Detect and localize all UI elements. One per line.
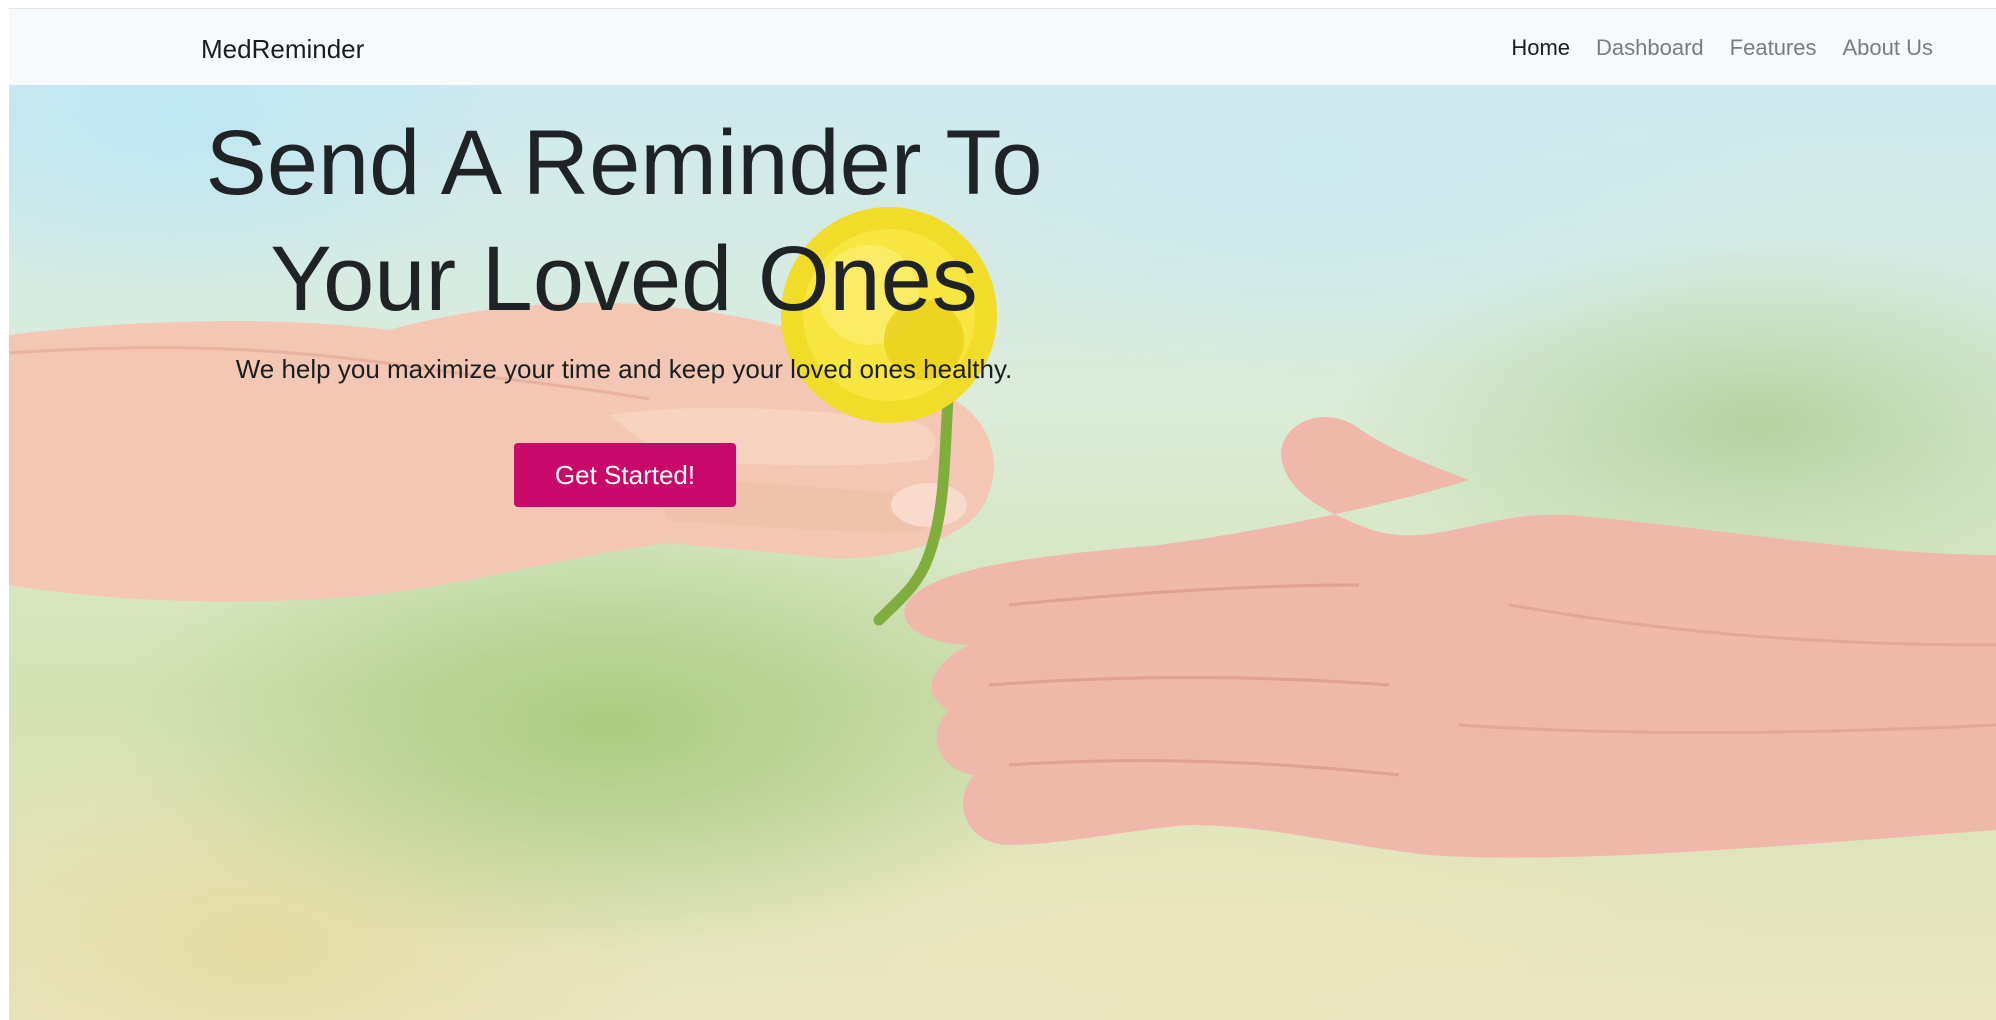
nav-link-home[interactable]: Home xyxy=(1511,35,1570,61)
nav-links: Home Dashboard Features About Us xyxy=(1511,35,1933,61)
get-started-button[interactable]: Get Started! xyxy=(514,443,736,507)
hero-headline-line-2: Your Loved Ones xyxy=(270,228,978,330)
browser-viewport: MedReminder Home Dashboard Features Abou… xyxy=(9,8,1996,1020)
nav-link-features[interactable]: Features xyxy=(1730,35,1817,61)
nav-link-dashboard[interactable]: Dashboard xyxy=(1596,35,1704,61)
brand-logo[interactable]: MedReminder xyxy=(201,34,364,65)
hero-headline-line-1: Send A Reminder To xyxy=(205,112,1043,214)
hero-subtitle: We help you maximize your time and keep … xyxy=(235,354,1013,384)
top-navbar: MedReminder Home Dashboard Features Abou… xyxy=(9,9,1996,85)
hero-headline: Send A Reminder To Your Loved Ones xyxy=(9,105,1239,337)
nav-link-about-us[interactable]: About Us xyxy=(1843,35,1934,61)
elderly-hand-illustration xyxy=(904,416,1996,858)
hero-section: Send A Reminder To Your Loved Ones We he… xyxy=(9,85,1996,1020)
